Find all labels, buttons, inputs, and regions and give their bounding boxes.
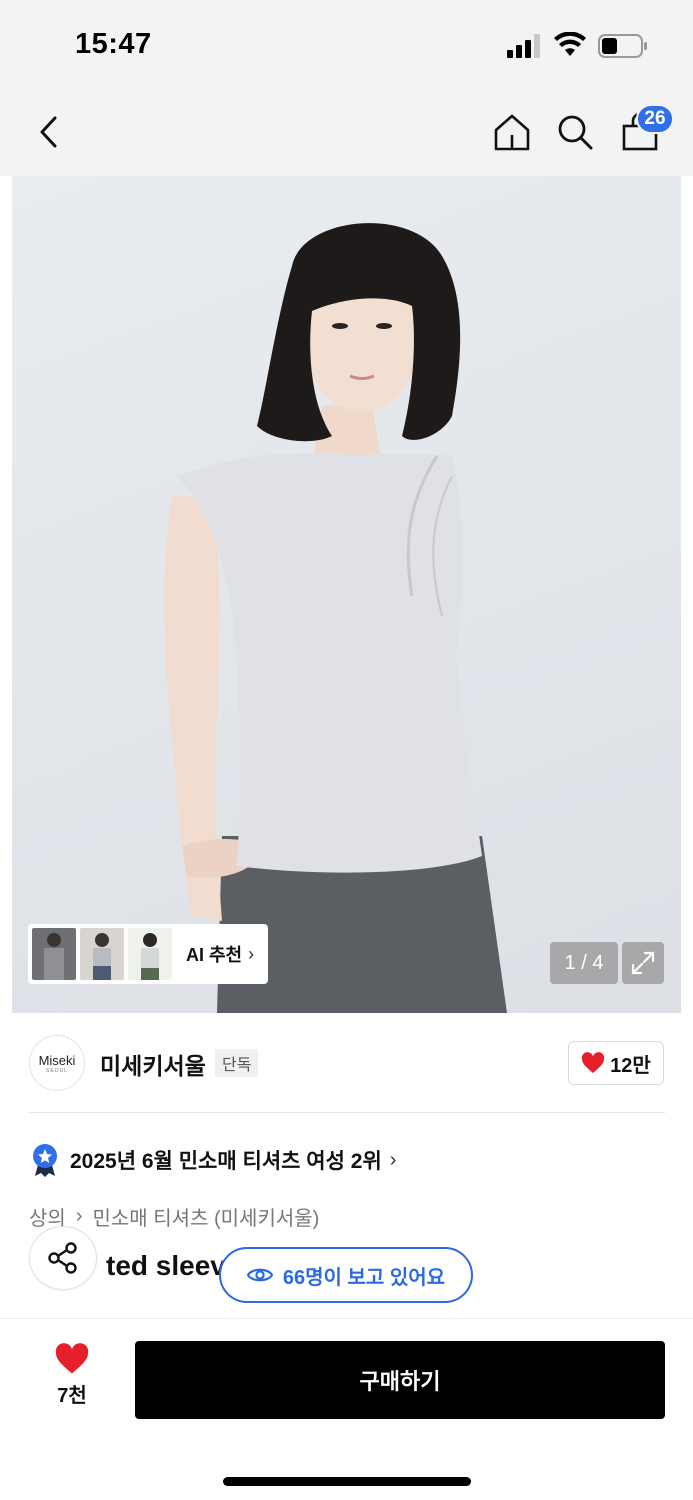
buy-button[interactable]: 구매하기: [135, 1341, 665, 1419]
home-indicator: [223, 1477, 471, 1486]
ai-recommend-label: AI 추천: [186, 945, 243, 965]
eye-icon: [246, 1268, 273, 1282]
top-navbar: [0, 92, 693, 176]
brand-name[interactable]: 미세키서울: [100, 1047, 206, 1081]
ai-recommend-thumbnail: [80, 928, 124, 980]
heart-icon: [55, 1343, 89, 1374]
product-image-gallery[interactable]: [12, 176, 681, 1013]
product-photo: [164, 223, 507, 1013]
search-button[interactable]: [549, 106, 601, 158]
breadcrumb-separator: ›: [75, 1205, 83, 1227]
heart-icon: [582, 1052, 605, 1073]
viewers-indicator: 66명이 보고 있어요: [219, 1247, 473, 1303]
status-bar: 15:47: [0, 0, 693, 92]
bottom-action-bar: 7천 구매하기: [0, 1318, 693, 1500]
brand-row: Miseki SEOUL 미세키서울 단독 12만: [0, 1013, 693, 1113]
chevron-left-icon: [40, 116, 57, 148]
brand-logo-text: Miseki: [38, 1052, 76, 1068]
product-like-count: 7천: [57, 1385, 87, 1407]
status-time: 15:47: [75, 28, 152, 60]
home-icon: [494, 114, 530, 151]
share-icon: [48, 1242, 77, 1274]
share-button[interactable]: [29, 1226, 97, 1290]
viewers-text: 66명이 보고 있어요: [282, 1266, 446, 1289]
brand-logo-sub: SEOUL: [46, 1067, 68, 1074]
award-badge-icon: [33, 1144, 57, 1177]
ranking-link[interactable]: 2025년 6월 민소매 티셔츠 여성 2위 ›: [30, 1143, 396, 1177]
breadcrumb-item[interactable]: 민소매 티셔츠 (미세키서울): [92, 1202, 319, 1231]
expand-image-button[interactable]: [622, 942, 664, 984]
ai-recommend-button[interactable]: AI 추천 ›: [28, 924, 268, 984]
ai-recommend-thumbnail: [32, 928, 76, 980]
expand-icon: [631, 951, 655, 975]
battery-icon: [598, 34, 647, 58]
brand-logo[interactable]: Miseki SEOUL: [29, 1035, 85, 1091]
signal-icon: [507, 34, 540, 58]
chevron-right-icon: ›: [248, 943, 255, 964]
image-page-indicator: 1 / 4: [550, 942, 618, 984]
brand-like-button[interactable]: 12만: [568, 1041, 664, 1085]
cart-count-badge: 26: [636, 104, 674, 134]
product-like-button[interactable]: 7천: [44, 1343, 100, 1413]
back-button[interactable]: [24, 106, 76, 158]
exclusive-tag: 단독: [215, 1049, 259, 1077]
home-button[interactable]: [486, 106, 538, 158]
chevron-right-icon: ›: [389, 1148, 397, 1171]
divider: [28, 1112, 665, 1113]
search-icon: [558, 115, 593, 150]
ai-recommend-thumbnail: [128, 928, 172, 980]
ranking-text: 2025년 6월 민소매 티셔츠 여성 2위: [70, 1150, 382, 1173]
wifi-icon: [554, 32, 586, 56]
brand-like-count: 12만: [610, 1054, 651, 1077]
